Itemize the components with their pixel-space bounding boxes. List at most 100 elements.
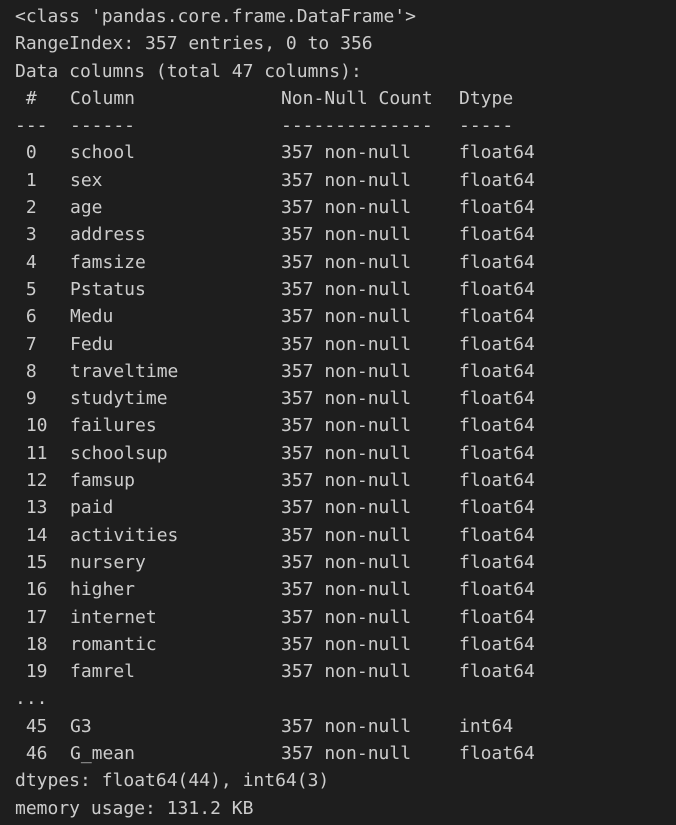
row-num: 0 <box>15 142 37 164</box>
row-column-name: famsize <box>70 251 146 273</box>
row-num: 13 <box>15 497 48 519</box>
row-column-name: higher <box>70 579 136 601</box>
row-column-name: famsup <box>70 470 136 492</box>
row-column-name: G3 <box>70 715 92 737</box>
separator-count: -------------- <box>281 115 433 137</box>
header-column: Column <box>70 87 136 109</box>
row-dtype: float64 <box>459 278 535 300</box>
row-dtype: float64 <box>459 497 535 519</box>
table-row: 7 Fedu 357 non-null float64 <box>15 331 670 358</box>
row-dtype: float64 <box>459 142 535 164</box>
row-num: 10 <box>15 415 48 437</box>
row-num: 15 <box>15 551 48 573</box>
row-non-null-count: 357 non-null <box>281 661 412 683</box>
row-num: 45 <box>15 715 48 737</box>
dataframe-info-output: <class 'pandas.core.frame.DataFrame'> Ra… <box>15 3 670 822</box>
row-non-null-count: 357 non-null <box>281 743 412 765</box>
table-row: 17 internet 357 non-null float64 <box>15 604 670 631</box>
table-row: 6 Medu 357 non-null float64 <box>15 303 670 330</box>
row-column-name: age <box>70 197 103 219</box>
row-column-name: paid <box>70 497 114 519</box>
table-header-row: # Column Non-Null Count Dtype <box>15 85 670 112</box>
row-dtype: float64 <box>459 633 535 655</box>
row-non-null-count: 357 non-null <box>281 442 412 464</box>
table-row: 10 failures 357 non-null float64 <box>15 412 670 439</box>
memory-line: memory usage: 131.2 KB <box>15 797 254 819</box>
row-non-null-count: 357 non-null <box>281 224 412 246</box>
row-num: 1 <box>15 169 37 191</box>
separator-dtype: ----- <box>459 115 514 137</box>
row-non-null-count: 357 non-null <box>281 388 412 410</box>
row-non-null-count: 357 non-null <box>281 142 412 164</box>
row-dtype: float64 <box>459 169 535 191</box>
row-column-name: G_mean <box>70 743 136 765</box>
table-row: 0 school 357 non-null float64 <box>15 139 670 166</box>
row-num: 4 <box>15 251 37 273</box>
row-non-null-count: 357 non-null <box>281 306 412 328</box>
row-non-null-count: 357 non-null <box>281 497 412 519</box>
row-num: 11 <box>15 442 48 464</box>
row-non-null-count: 357 non-null <box>281 278 412 300</box>
row-column-name: failures <box>70 415 157 437</box>
class-line: <class 'pandas.core.frame.DataFrame'> <box>15 6 416 27</box>
row-num: 8 <box>15 360 37 382</box>
row-column-name: nursery <box>70 551 146 573</box>
row-column-name: address <box>70 224 146 246</box>
row-non-null-count: 357 non-null <box>281 415 412 437</box>
row-dtype: float64 <box>459 743 535 765</box>
row-dtype: float64 <box>459 197 535 219</box>
row-dtype: float64 <box>459 388 535 410</box>
table-row: 15 nursery 357 non-null float64 <box>15 549 670 576</box>
row-column-name: schoolsup <box>70 442 168 464</box>
row-column-name: Pstatus <box>70 278 146 300</box>
range-index-line: RangeIndex: 357 entries, 0 to 356 <box>15 33 373 55</box>
table-row: 18 romantic 357 non-null float64 <box>15 631 670 658</box>
separator-num: --- <box>15 115 48 137</box>
row-non-null-count: 357 non-null <box>281 197 412 219</box>
table-row: 13 paid 357 non-null float64 <box>15 494 670 521</box>
row-num: 46 <box>15 743 48 765</box>
row-dtype: float64 <box>459 442 535 464</box>
row-num: 12 <box>15 470 48 492</box>
table-row: 4 famsize 357 non-null float64 <box>15 249 670 276</box>
table-row: 11 schoolsup 357 non-null float64 <box>15 440 670 467</box>
row-dtype: float64 <box>459 470 535 492</box>
row-column-name: sex <box>70 169 103 191</box>
row-dtype: float64 <box>459 251 535 273</box>
row-non-null-count: 357 non-null <box>281 360 412 382</box>
table-rows: 0 school 357 non-null float64 1 sex 357 non-n… <box>15 139 670 685</box>
row-non-null-count: 357 non-null <box>281 333 412 355</box>
row-column-name: school <box>70 142 136 164</box>
separator-column: ------ <box>70 115 136 137</box>
row-num: 9 <box>15 388 37 410</box>
table-row: 1 sex 357 non-null float64 <box>15 167 670 194</box>
row-dtype: float64 <box>459 524 535 546</box>
row-column-name: Fedu <box>70 333 114 355</box>
row-non-null-count: 357 non-null <box>281 715 412 737</box>
row-num: 5 <box>15 278 37 300</box>
row-non-null-count: 357 non-null <box>281 633 412 655</box>
row-dtype: float64 <box>459 333 535 355</box>
row-non-null-count: 357 non-null <box>281 551 412 573</box>
header-dtype: Dtype <box>459 87 514 109</box>
row-num: 14 <box>15 524 48 546</box>
row-num: 6 <box>15 306 37 328</box>
dtypes-line: dtypes: float64(44), int64(3) <box>15 770 330 792</box>
row-non-null-count: 357 non-null <box>281 524 412 546</box>
table-tail-rows: 45 G3 357 non-null int64 46 G_mean 357 non-nu… <box>15 713 670 768</box>
row-dtype: float64 <box>459 551 535 573</box>
row-dtype: float64 <box>459 579 535 601</box>
table-row: 2 age 357 non-null float64 <box>15 194 670 221</box>
row-num: 18 <box>15 633 48 655</box>
table-row: 5 Pstatus 357 non-null float64 <box>15 276 670 303</box>
row-num: 16 <box>15 579 48 601</box>
table-separator-row: --- ------ -------------- ----- <box>15 112 670 139</box>
table-row: 16 higher 357 non-null float64 <box>15 576 670 603</box>
header-count: Non-Null Count <box>281 87 433 109</box>
row-column-name: activities <box>70 524 179 546</box>
row-dtype: float64 <box>459 360 535 382</box>
row-num: 19 <box>15 661 48 683</box>
table-row: 3 address 357 non-null float64 <box>15 221 670 248</box>
table-row: 12 famsup 357 non-null float64 <box>15 467 670 494</box>
header-num: # <box>15 87 37 109</box>
